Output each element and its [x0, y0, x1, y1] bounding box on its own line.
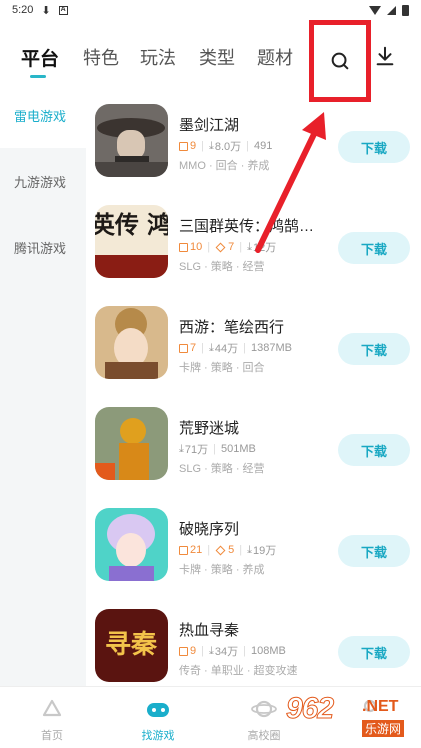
game-icon[interactable]	[95, 104, 168, 177]
sidebar-item-tencent[interactable]: 腾讯游戏	[0, 214, 86, 280]
gift-count: 21	[179, 544, 202, 556]
watermark-domain: .NET	[362, 698, 399, 715]
coupon-count: 5	[215, 544, 234, 556]
download-icon	[376, 46, 394, 66]
game-tags: MMO · 回合 · 养成	[179, 160, 270, 172]
download-count-icon: ⤓	[247, 543, 252, 556]
download-button[interactable]: 下载	[338, 636, 410, 668]
download-count-icon: ⤓	[208, 139, 214, 152]
game-icon[interactable]	[95, 306, 168, 379]
tab-theme[interactable]: 题材	[257, 44, 293, 70]
game-name: 墨剑江湖	[179, 117, 240, 134]
download-count: 12万	[252, 242, 277, 254]
signal-icon	[387, 5, 396, 15]
game-item[interactable]: 寻秦 热血寻秦 9 | ⤓ 34万 | 108MB 传奇 · 单职业 · 超变攻速…	[95, 609, 415, 683]
gift-icon	[179, 343, 188, 353]
nav-find-games[interactable]: 找游戏	[116, 687, 200, 748]
game-name: 三国群英传：鸿鹄…	[179, 218, 315, 235]
game-item[interactable]: 西游：笔绘西行 7 | ⤓ 44万 | 1387MB 卡牌 · 策略 · 回合 下…	[95, 306, 415, 380]
tab-type[interactable]: 类型	[199, 44, 235, 70]
download-status-icon: ⬇	[41, 4, 51, 17]
home-icon	[42, 699, 62, 717]
download-button[interactable]: 下载	[338, 434, 410, 466]
game-name: 荒野迷城	[179, 420, 240, 437]
game-meta: 21 | 5 | ⤓ 19万	[179, 542, 276, 558]
game-meta: 9 | ⤓ 34万 | 108MB	[179, 643, 286, 659]
game-size: 491	[254, 140, 273, 152]
game-icon[interactable]: 三国群英传 鸿鹄霸业	[95, 205, 168, 278]
game-name: 热血寻秦	[179, 622, 240, 639]
active-tab-indicator	[30, 75, 46, 78]
game-tags: 卡牌 · 策略 · 回合	[179, 362, 265, 374]
download-manager-button[interactable]	[371, 42, 399, 70]
download-count-icon: ⤓	[247, 240, 252, 253]
sidebar-item-leidian[interactable]: 雷电游戏	[0, 82, 86, 148]
sidebar-item-jiuyou[interactable]: 九游游戏	[0, 148, 86, 214]
game-meta: 9 | ⤓ 8.0万 | 491	[179, 138, 272, 154]
game-size: 108MB	[250, 645, 286, 657]
download-count: 44万	[214, 343, 239, 355]
download-count: 8.0万	[214, 141, 242, 153]
download-button[interactable]: 下载	[338, 333, 410, 365]
download-count: 71万	[184, 444, 209, 456]
download-button[interactable]: 下载	[338, 131, 410, 163]
coupon-icon	[215, 242, 226, 252]
download-count: 34万	[214, 646, 239, 658]
game-meta: ⤓ 71万 | 501MB	[179, 442, 256, 457]
game-icon[interactable]: 寻秦	[95, 609, 168, 682]
game-icon-text: 寻秦	[105, 630, 158, 660]
game-name: 破晓序列	[179, 521, 240, 538]
gift-count: 9	[179, 645, 196, 657]
game-size: 1387MB	[250, 342, 292, 354]
watermark: 962 .NET 乐游网	[282, 690, 418, 746]
gift-count: 10	[179, 241, 202, 253]
gift-count: 9	[179, 140, 196, 152]
download-count: 19万	[252, 545, 277, 557]
notification-icon: A	[58, 5, 68, 15]
game-name: 西游：笔绘西行	[179, 319, 285, 336]
game-size: 501MB	[220, 443, 256, 455]
tab-gameplay[interactable]: 玩法	[140, 44, 176, 70]
search-icon	[331, 52, 349, 70]
gift-count: 7	[179, 342, 196, 354]
tab-platform[interactable]: 平台	[21, 44, 59, 71]
battery-icon	[402, 4, 409, 16]
status-bar: 5:20 ⬇ A	[0, 0, 421, 20]
download-count-icon: ⤓	[208, 644, 214, 657]
download-button[interactable]: 下载	[338, 232, 410, 264]
game-item[interactable]: 破晓序列 21 | 5 | ⤓ 19万 卡牌 · 策略 · 养成 下载	[95, 508, 415, 582]
game-item[interactable]: 墨剑江湖 9 | ⤓ 8.0万 | 491 MMO · 回合 · 养成 下载	[95, 104, 415, 178]
download-count-icon: ⤓	[179, 442, 184, 455]
wifi-icon	[369, 5, 381, 15]
tab-featured[interactable]: 特色	[83, 44, 119, 70]
gift-icon	[179, 141, 188, 151]
search-button[interactable]	[309, 20, 371, 102]
game-icon-text: 三国群英传 鸿鹄霸业	[95, 210, 168, 239]
game-tags: 传奇 · 单职业 · 超变攻速	[179, 665, 298, 677]
gift-icon	[179, 545, 188, 555]
game-meta: 10 | 7 | ⤓ 12万	[179, 239, 276, 255]
download-button[interactable]: 下载	[338, 535, 410, 567]
game-icon[interactable]	[95, 407, 168, 480]
nav-home[interactable]: 首页	[10, 687, 94, 748]
game-item[interactable]: 荒野迷城 ⤓ 71万 | 501MB SLG · 策略 · 经营 下载	[95, 407, 415, 481]
watermark-logo: 962	[285, 692, 334, 726]
download-count-icon: ⤓	[208, 341, 214, 354]
watermark-site-name: 乐游网	[362, 720, 405, 737]
gift-icon	[179, 646, 188, 656]
game-item[interactable]: 三国群英传 鸿鹄霸业 三国群英传：鸿鹄… 10 | 7 | ⤓12万 SLG ·…	[95, 205, 415, 279]
gift-icon	[179, 242, 188, 252]
gamepad-icon	[147, 703, 169, 717]
status-time: 5:20	[12, 4, 34, 16]
game-icon[interactable]	[95, 508, 168, 581]
platform-sidebar: 雷电游戏 九游游戏 腾讯游戏	[0, 82, 86, 686]
game-tags: SLG · 策略 · 经营	[179, 261, 265, 273]
game-tags: 卡牌 · 策略 · 养成	[179, 564, 265, 576]
coupon-icon	[215, 545, 226, 555]
game-meta: 7 | ⤓ 44万 | 1387MB	[179, 340, 292, 356]
game-tags: SLG · 策略 · 经营	[179, 463, 265, 475]
coupon-count: 7	[215, 241, 234, 253]
planet-icon	[251, 700, 277, 718]
